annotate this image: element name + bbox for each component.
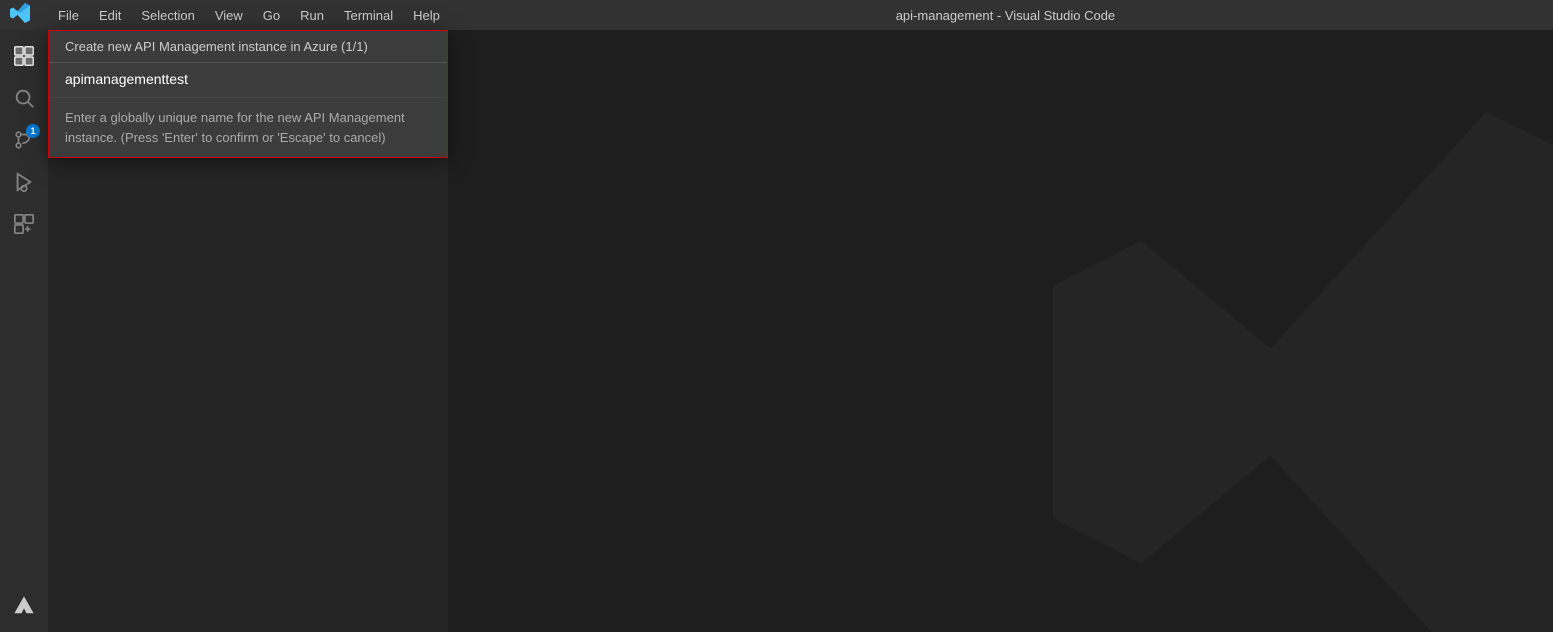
source-control-activity-icon[interactable]: 1 [6,122,42,158]
menu-selection[interactable]: Selection [133,6,202,25]
search-activity-icon[interactable] [6,80,42,116]
menu-help[interactable]: Help [405,6,448,25]
sidebar: AZURE: API MANAGEMENT ↺ ▾ 🔑 ⧖ Create new… [48,30,448,632]
content-area: } ✕ [448,30,1553,632]
run-activity-icon[interactable] [6,164,42,200]
activity-bar: 1 [0,30,48,632]
main-layout: 1 AZURE: API MANAGEMENT [0,30,1553,632]
source-control-badge: 1 [26,124,40,138]
explorer-activity-icon[interactable] [6,38,42,74]
vscode-logo [10,3,30,28]
menu-edit[interactable]: Edit [91,6,129,25]
quick-input-title: Create new API Management instance in Az… [49,31,447,63]
quick-input-overlay: Create new API Management instance in Az… [48,30,448,158]
window-title: api-management - Visual Studio Code [468,8,1543,23]
quick-input-field[interactable] [49,63,447,98]
titlebar: File Edit Selection View Go Run Terminal… [0,0,1553,30]
menu-file[interactable]: File [50,6,87,25]
quick-input-box: Create new API Management instance in Az… [48,30,448,158]
menu-view[interactable]: View [207,6,251,25]
menu-run[interactable]: Run [292,6,332,25]
quick-input-hint: Enter a globally unique name for the new… [49,98,447,157]
azure-activity-icon[interactable] [6,588,42,624]
extensions-activity-icon[interactable] [6,206,42,242]
api-instance-name-input[interactable] [65,71,431,87]
menu-go[interactable]: Go [255,6,288,25]
menu-terminal[interactable]: Terminal [336,6,401,25]
menu-bar: File Edit Selection View Go Run Terminal… [50,6,448,25]
